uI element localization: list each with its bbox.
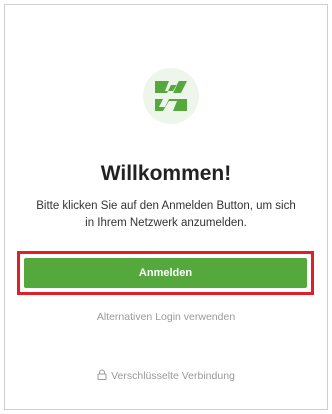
login-card: Willkommen! Bitte klicken Sie auf den An…: [4, 4, 328, 410]
lock-icon: [97, 369, 107, 383]
alternative-login-link[interactable]: Alternativen Login verwenden: [0, 311, 332, 323]
secure-connection-label: Verschlüsselte Verbindung: [111, 370, 235, 382]
secure-connection-info: Verschlüsselte Verbindung: [0, 369, 332, 383]
welcome-title: Willkommen!: [100, 162, 232, 185]
welcome-message: Bitte klicken Sie auf den Anmelden Butto…: [36, 200, 296, 229]
login-button[interactable]: Anmelden: [24, 258, 307, 288]
app-logo-icon: [143, 68, 199, 124]
